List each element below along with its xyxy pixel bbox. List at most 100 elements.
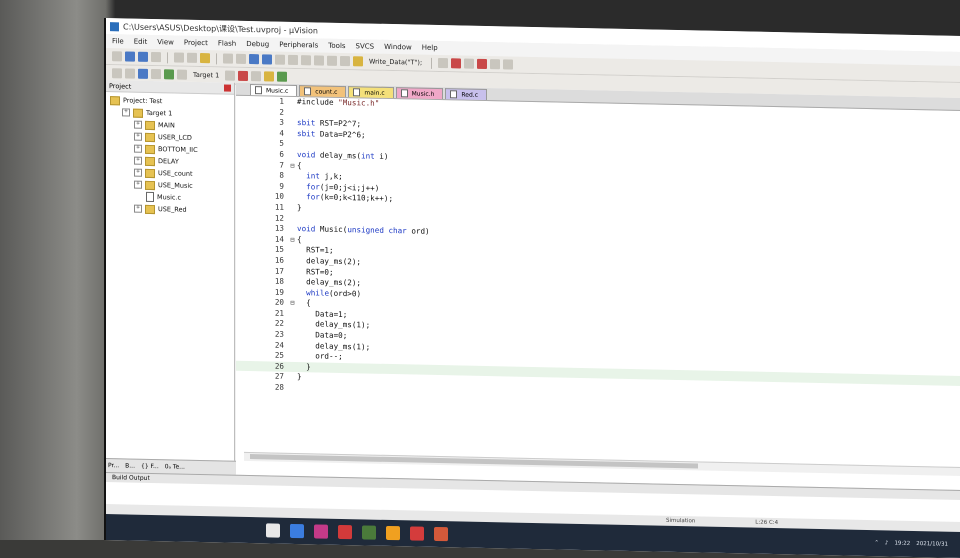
fold-marker-icon[interactable] — [288, 129, 297, 140]
download-icon[interactable] — [164, 69, 174, 80]
expand-icon[interactable]: + — [134, 120, 142, 129]
volume-icon[interactable]: ♪ — [885, 540, 889, 546]
code-area[interactable]: 1 #include "Music.h" 2 3 sbit RST=P2^7; 4 sbit… — [236, 96, 960, 466]
target-options-icon[interactable] — [177, 69, 187, 80]
menu-peripherals[interactable]: Peripherals — [279, 41, 318, 50]
fold-marker-icon[interactable] — [288, 245, 297, 256]
fold-marker-icon[interactable] — [288, 97, 297, 108]
fold-marker-icon[interactable] — [288, 224, 297, 235]
fold-marker-icon[interactable]: ⊟ — [288, 160, 297, 171]
undo-icon[interactable] — [223, 53, 233, 64]
copy-icon[interactable] — [187, 52, 197, 63]
menu-flash[interactable]: Flash — [218, 39, 236, 47]
expand-icon[interactable]: + — [134, 168, 142, 177]
edge-icon[interactable] — [290, 523, 304, 539]
menu-project[interactable]: Project — [184, 39, 208, 48]
breakpoint-clear-icon[interactable] — [477, 58, 488, 70]
save-icon[interactable] — [138, 51, 148, 62]
expand-icon[interactable]: + — [134, 156, 142, 165]
fold-marker-icon[interactable] — [288, 256, 297, 267]
fold-marker-icon[interactable] — [288, 309, 297, 320]
menu-svcs[interactable]: SVCS — [356, 42, 375, 50]
find-in-files-icon[interactable] — [353, 56, 363, 67]
fold-marker-icon[interactable] — [288, 372, 297, 383]
project-panel-tab[interactable]: B... — [125, 462, 135, 469]
menu-window[interactable]: Window — [384, 43, 412, 52]
fold-marker-icon[interactable] — [288, 192, 297, 203]
save-all-icon[interactable] — [151, 51, 161, 63]
expand-icon[interactable]: + — [122, 108, 130, 117]
editor-tab[interactable]: Music.c — [250, 84, 298, 97]
options-icon[interactable] — [238, 70, 249, 82]
editor-tab[interactable]: Red.c — [445, 88, 488, 101]
translate-icon[interactable] — [112, 68, 122, 79]
tree-item[interactable]: + USE_Red — [106, 202, 234, 217]
fold-marker-icon[interactable] — [288, 330, 297, 341]
fold-marker-icon[interactable] — [288, 171, 297, 182]
fold-marker-icon[interactable] — [288, 182, 297, 193]
debug-start-icon[interactable] — [451, 58, 462, 69]
manage-project-icon[interactable] — [251, 71, 262, 82]
editor-tab[interactable]: main.c — [348, 86, 394, 99]
menu-edit[interactable]: Edit — [134, 38, 148, 46]
fold-marker-icon[interactable] — [288, 139, 297, 150]
fold-marker-icon[interactable] — [288, 319, 297, 330]
comment-icon[interactable] — [340, 55, 350, 67]
batch-build-icon[interactable] — [151, 68, 161, 80]
fold-marker-icon[interactable] — [288, 351, 297, 362]
find-icon[interactable] — [438, 57, 449, 69]
fold-marker-icon[interactable]: ⊟ — [288, 298, 297, 309]
fold-marker-icon[interactable] — [288, 213, 297, 224]
fold-marker-icon[interactable] — [288, 341, 297, 352]
project-panel-tab[interactable]: {} F... — [141, 463, 159, 470]
expand-icon[interactable]: + — [134, 144, 142, 153]
fold-marker-icon[interactable] — [288, 288, 297, 299]
project-panel-tab[interactable]: Pr... — [108, 462, 119, 469]
windows-store-icon[interactable] — [386, 525, 400, 541]
breakpoint-icon[interactable] — [464, 58, 475, 69]
menu-file[interactable]: File — [112, 37, 124, 45]
file-explorer-icon[interactable] — [266, 523, 280, 538]
fold-marker-icon[interactable] — [288, 362, 297, 373]
expand-icon[interactable]: + — [134, 180, 142, 189]
word-icon[interactable] — [410, 526, 424, 541]
bookmark-next-icon[interactable] — [301, 55, 311, 66]
target-select[interactable]: Target 1 — [193, 71, 219, 80]
menu-help[interactable]: Help — [422, 44, 438, 52]
new-file-icon[interactable] — [112, 51, 122, 62]
bookmark-prev-icon[interactable] — [288, 54, 298, 66]
fold-marker-icon[interactable] — [288, 383, 297, 394]
paste-icon[interactable] — [200, 53, 210, 64]
menu-view[interactable]: View — [157, 38, 174, 46]
cut-icon[interactable] — [174, 52, 184, 63]
project-panel-tab[interactable]: 0ₐ Te... — [165, 463, 185, 470]
nav-forward-icon[interactable] — [262, 54, 272, 65]
uvision-taskbar-icon[interactable] — [362, 525, 376, 540]
expand-icon[interactable]: + — [134, 204, 142, 213]
fold-marker-icon[interactable]: ⊟ — [288, 235, 297, 246]
outdent-icon[interactable] — [327, 55, 337, 66]
wps-icon[interactable] — [338, 524, 352, 540]
bookmark-icon[interactable] — [275, 54, 285, 65]
fold-marker-icon[interactable] — [288, 118, 297, 129]
fold-marker-icon[interactable] — [288, 277, 297, 288]
editor-tab[interactable]: Music.h — [395, 87, 444, 100]
fold-marker-icon[interactable] — [288, 150, 297, 161]
nav-back-icon[interactable] — [249, 54, 259, 65]
app-icon[interactable] — [314, 524, 328, 539]
configure-icon[interactable] — [503, 59, 514, 70]
build-icon[interactable] — [125, 68, 135, 79]
fold-marker-icon[interactable] — [288, 107, 297, 118]
fold-marker-icon[interactable] — [288, 266, 297, 277]
panel-close-icon[interactable] — [224, 84, 231, 92]
pack-installer-icon[interactable] — [277, 71, 288, 82]
find-combo[interactable]: Write_Data("T"); — [369, 58, 422, 67]
powerpoint-icon[interactable] — [434, 526, 448, 542]
rebuild-icon[interactable] — [138, 68, 148, 79]
open-file-icon[interactable] — [125, 51, 135, 62]
target-dropdown-icon[interactable] — [225, 70, 236, 81]
menu-tools[interactable]: Tools — [328, 42, 345, 50]
redo-icon[interactable] — [236, 53, 246, 64]
indent-icon[interactable] — [314, 55, 324, 66]
network-icon[interactable]: ⌃ — [874, 540, 879, 546]
